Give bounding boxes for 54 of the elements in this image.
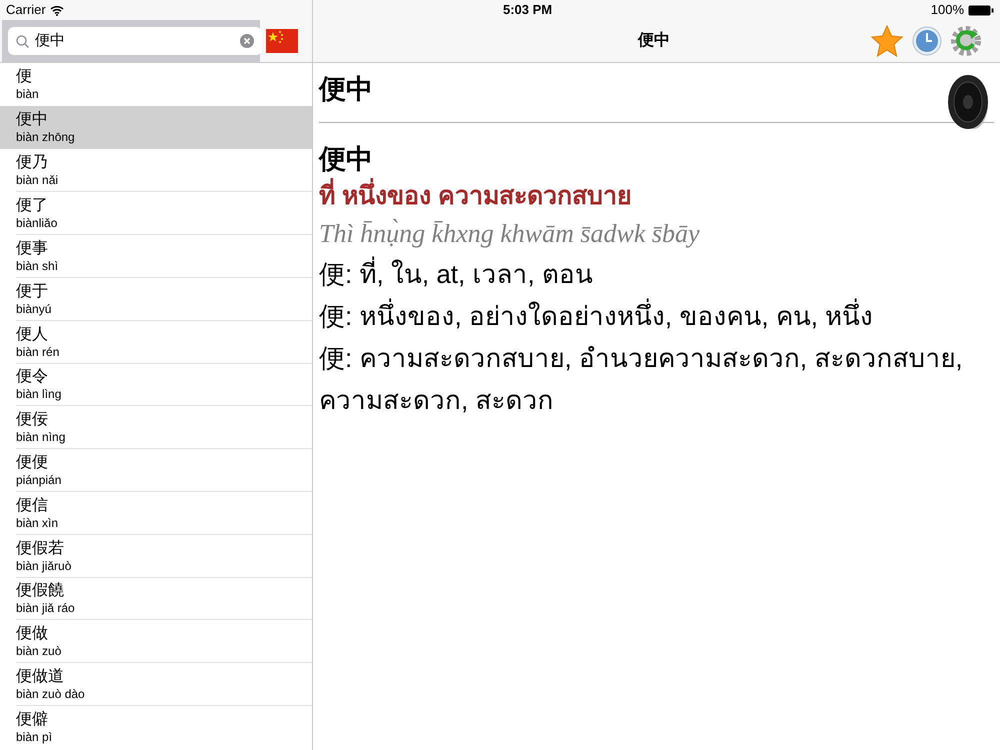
pinyin-text: biàn zuò dào — [16, 687, 86, 702]
pinyin-text: biàn shì — [16, 259, 60, 274]
wifi-icon — [50, 4, 64, 16]
pinyin-text: biàn pì — [16, 730, 54, 744]
definition-line: 便: ความสะดวกสบาย, อำนวยความสะดวก, สะดวกสบาย, ความสะดวก, สะดวก — [319, 342, 964, 417]
pinyin-text: biàn jiǎ ráo — [16, 601, 76, 616]
thai-translation: ที่ หนึ่งของ ความสะดวกสบาย — [319, 177, 994, 215]
battery-percent: 100% — [930, 1, 964, 20]
pinyin-text: biànliǎo — [16, 216, 58, 230]
clock-icon[interactable] — [912, 26, 942, 56]
nav-title: 便中 — [638, 30, 670, 51]
hanzi-text: 便 — [16, 67, 33, 88]
hanzi-text: 便于 — [16, 282, 49, 302]
pinyin-text: biànyú — [16, 302, 52, 316]
definition-line: 便: ที่, ใน, at, เวลา, ตอน — [319, 253, 994, 295]
hanzi-text: 便僻 — [16, 710, 49, 730]
word-list-item[interactable]: 便乃 biàn nǎi — [0, 148, 312, 192]
search-icon — [16, 34, 29, 48]
hanzi-text: 便人 — [16, 324, 49, 345]
hanzi-text: 便中 — [16, 110, 49, 130]
carrier-label: Carrier — [6, 1, 46, 20]
clear-icon[interactable] — [240, 34, 254, 48]
flag-icon[interactable] — [266, 29, 298, 53]
refresh-gear-icon[interactable] — [950, 25, 982, 57]
headword-title: 便中 — [319, 73, 373, 106]
pinyin-text: piánpián — [16, 473, 62, 488]
pinyin-text: biàn xìn — [16, 516, 60, 530]
hanzi-text: 便信 — [16, 496, 49, 516]
star-icon[interactable] — [870, 25, 904, 57]
pinyin-text: biàn zuò — [16, 644, 62, 658]
hanzi-text: 便乃 — [16, 152, 49, 173]
battery-icon — [968, 4, 994, 16]
transliteration-text: Thì h̄nụ̀ng k̄hxng khwām s̄adwk s̄bāy — [319, 218, 701, 250]
hanzi-text: 便了 — [16, 196, 49, 216]
hanzi-text: 便假饒 — [16, 581, 65, 602]
status-time: 5:03 PM — [503, 1, 552, 20]
hanzi-text: 便佞 — [16, 410, 49, 430]
pinyin-text: biàn jiǎruò — [16, 558, 72, 573]
word-list-item[interactable]: 便中 biàn zhōng — [0, 106, 312, 149]
pinyin-text: biàn zhōng — [16, 130, 76, 144]
hanzi-text: 便做 — [16, 624, 49, 644]
pinyin-text: biàn lìng — [16, 387, 62, 402]
entry-word: 便中 — [319, 143, 374, 176]
pinyin-text: biàn nǎi — [16, 172, 60, 187]
hanzi-text: 便令 — [16, 367, 49, 388]
pinyin-text: biàn rén — [16, 344, 60, 359]
search-field[interactable]: 便中 — [8, 27, 262, 55]
hanzi-text: 便便 — [16, 453, 49, 474]
hanzi-text: 便事 — [16, 239, 49, 260]
pinyin-text: biàn nìng — [16, 430, 66, 444]
hanzi-text: 便做道 — [16, 667, 65, 688]
hanzi-text: 便假若 — [16, 538, 65, 559]
pinyin-text: biàn — [16, 87, 40, 102]
definition-line: 便: หนึ่งของ, อย่างใดอย่างหนึ่ง, ของคน, คน, หนึ่ง — [319, 295, 994, 337]
